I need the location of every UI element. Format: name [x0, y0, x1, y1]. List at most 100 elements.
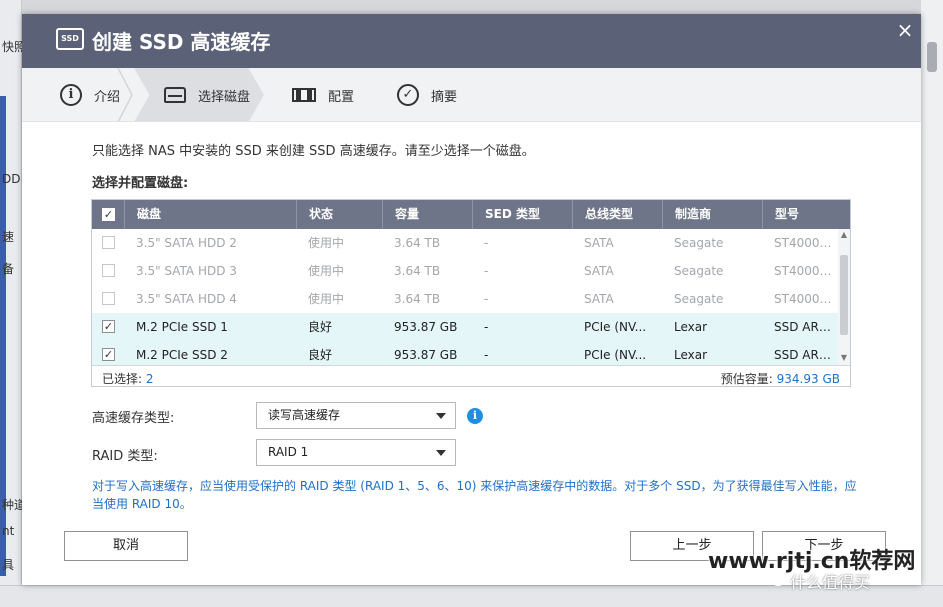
- cell-status: 良好: [308, 320, 333, 334]
- cell-status: 使用中: [308, 292, 345, 306]
- cell-model: ST4000VN0...: [774, 236, 838, 250]
- cell-disk: 3.5" SATA HDD 3: [136, 264, 237, 278]
- col-maker[interactable]: 制造商: [662, 200, 762, 229]
- cancel-button[interactable]: 取消: [64, 531, 188, 561]
- select-all-cell: ✓: [92, 200, 124, 229]
- col-bus-type[interactable]: 总线类型: [572, 200, 662, 229]
- cell-bus-type: SATA: [584, 292, 614, 306]
- row-checkbox: [102, 292, 115, 305]
- cell-disk: 3.5" SATA HDD 2: [136, 236, 237, 250]
- cell-capacity: 3.64 TB: [394, 292, 441, 306]
- cell-bus-type: SATA: [584, 264, 614, 278]
- section-label: 选择并配置磁盘:: [92, 176, 189, 191]
- table-row: 3.5" SATA HDD 2 使用中 3.64 TB - SATA Seagate ST4…: [92, 229, 838, 257]
- step-config: 配置: [292, 68, 355, 121]
- raid-type-value: RAID 1: [268, 445, 309, 459]
- cell-status: 使用中: [308, 236, 345, 250]
- scroll-down-icon[interactable]: ▼: [839, 353, 849, 363]
- row-checkbox[interactable]: ✓: [102, 348, 115, 361]
- selected-value: 2: [145, 372, 154, 386]
- background-text-fragment: 备: [2, 262, 15, 276]
- cell-model: ST4000VN0...: [774, 292, 838, 306]
- cell-model: SSD ARES 1...: [774, 320, 838, 334]
- cell-capacity: 953.87 GB: [394, 320, 458, 334]
- cell-model: SSD ARES 1...: [774, 348, 838, 362]
- cell-status: 使用中: [308, 264, 345, 278]
- col-capacity[interactable]: 容量: [382, 200, 472, 229]
- step-config-label: 配置: [328, 89, 355, 105]
- cell-model: ST4000VN0...: [774, 264, 838, 278]
- cell-disk: 3.5" SATA HDD 4: [136, 292, 237, 306]
- cell-sed-type: -: [484, 292, 489, 306]
- background-text-fragment: 具: [2, 558, 15, 572]
- info-icon[interactable]: i: [467, 408, 483, 424]
- cell-bus-type: SATA: [584, 236, 614, 250]
- table-row[interactable]: ✓ M.2 PCIe SSD 1 良好 953.87 GB - PCIe (NV... Le…: [92, 313, 838, 341]
- config-icon: [292, 88, 316, 102]
- step-select-disk: 选择磁盘: [164, 68, 250, 121]
- step-summary-label: 摘要: [431, 89, 458, 105]
- cell-bus-type: PCIe (NV...: [584, 320, 647, 334]
- step-summary: ✓ 摘要: [397, 68, 458, 121]
- selected-label: 已选择:: [102, 372, 143, 386]
- cell-sed-type: -: [484, 236, 489, 250]
- cell-maker: Lexar: [674, 320, 708, 334]
- raid-type-label: RAID 类型:: [92, 449, 158, 464]
- table-row: 3.5" SATA HDD 3 使用中 3.64 TB - SATA Seagate ST4…: [92, 257, 838, 285]
- wizard-steps: i 介绍 选择磁盘 配置 ✓ 摘要: [22, 68, 921, 122]
- table-scrollbar[interactable]: ▲ ▼: [838, 229, 850, 365]
- raid-note: 对于写入高速缓存，应当使用受保护的 RAID 类型 (RAID 1、5、6、10…: [92, 479, 857, 511]
- step-intro: i 介绍: [60, 68, 121, 121]
- cell-maker: Lexar: [674, 348, 708, 362]
- select-all-checkbox[interactable]: ✓: [102, 208, 115, 221]
- col-status[interactable]: 状态: [296, 200, 382, 229]
- cell-bus-type: PCIe (NV...: [584, 348, 647, 362]
- background-text-fragment: DD: [2, 172, 21, 186]
- close-button[interactable]: ×: [895, 20, 915, 40]
- cache-type-select[interactable]: 读写高速缓存: [256, 402, 456, 429]
- selected-count: 已选择: 2: [102, 370, 154, 386]
- background-text-fragment: nt: [2, 524, 15, 538]
- table-footer: 已选择: 2 预估容量: 934.93 GB: [92, 365, 850, 386]
- scroll-up-icon[interactable]: ▲: [839, 230, 849, 240]
- estimated-capacity: 预估容量: 934.93 GB: [720, 370, 840, 386]
- disk-icon: [164, 87, 186, 103]
- col-sed-type[interactable]: SED 类型: [472, 200, 572, 229]
- cell-capacity: 3.64 TB: [394, 236, 441, 250]
- col-disk[interactable]: 磁盘: [124, 200, 296, 229]
- cell-sed-type: -: [484, 264, 489, 278]
- raid-type-select[interactable]: RAID 1: [256, 439, 456, 466]
- dropdown-arrow-icon: [436, 413, 446, 419]
- cell-disk: M.2 PCIe SSD 2: [136, 348, 228, 362]
- cell-capacity: 953.87 GB: [394, 348, 458, 362]
- cache-type-value: 读写高速缓存: [268, 408, 341, 422]
- table-row[interactable]: ✓ M.2 PCIe SSD 2 良好 953.87 GB - PCIe (NV... Le…: [92, 341, 838, 365]
- cell-status: 良好: [308, 348, 333, 362]
- check-icon: ✓: [397, 84, 419, 106]
- watermark-brand: 什么值得买: [790, 573, 871, 592]
- background-app-right: [921, 0, 943, 607]
- disk-table: ✓ 磁盘 状态 容量 SED 类型 总线类型 制造商 型号 3.5" SATA …: [91, 199, 851, 387]
- create-ssd-cache-dialog: SSD 创建 SSD 高速缓存 × i 介绍 选择磁盘 配置 ✓ 摘要 只能选择…: [22, 14, 921, 585]
- cache-type-label: 高速缓存类型:: [92, 411, 175, 426]
- dropdown-arrow-icon: [436, 450, 446, 456]
- background-scroll-thumb: [927, 42, 937, 72]
- step-intro-label: 介绍: [94, 89, 121, 105]
- cell-maker: Seagate: [674, 264, 724, 278]
- cell-maker: Seagate: [674, 292, 724, 306]
- capacity-label: 预估容量:: [720, 372, 773, 386]
- intro-text: 只能选择 NAS 中安装的 SSD 来创建 SSD 高速缓存。请至少选择一个磁盘…: [92, 144, 535, 159]
- scroll-thumb[interactable]: [840, 255, 848, 335]
- cell-maker: Seagate: [674, 236, 724, 250]
- dialog-title: 创建 SSD 高速缓存: [92, 30, 271, 54]
- cell-capacity: 3.64 TB: [394, 264, 441, 278]
- info-icon: i: [60, 84, 82, 106]
- table-body: 3.5" SATA HDD 2 使用中 3.64 TB - SATA Seagate ST4…: [92, 229, 838, 365]
- ssd-icon: SSD: [56, 28, 84, 50]
- cell-sed-type: -: [484, 348, 489, 362]
- capacity-value: 934.93 GB: [776, 372, 840, 386]
- row-checkbox[interactable]: ✓: [102, 320, 115, 333]
- row-checkbox: [102, 236, 115, 249]
- watermark-logo-icon: [770, 570, 786, 586]
- col-model[interactable]: 型号: [762, 200, 850, 229]
